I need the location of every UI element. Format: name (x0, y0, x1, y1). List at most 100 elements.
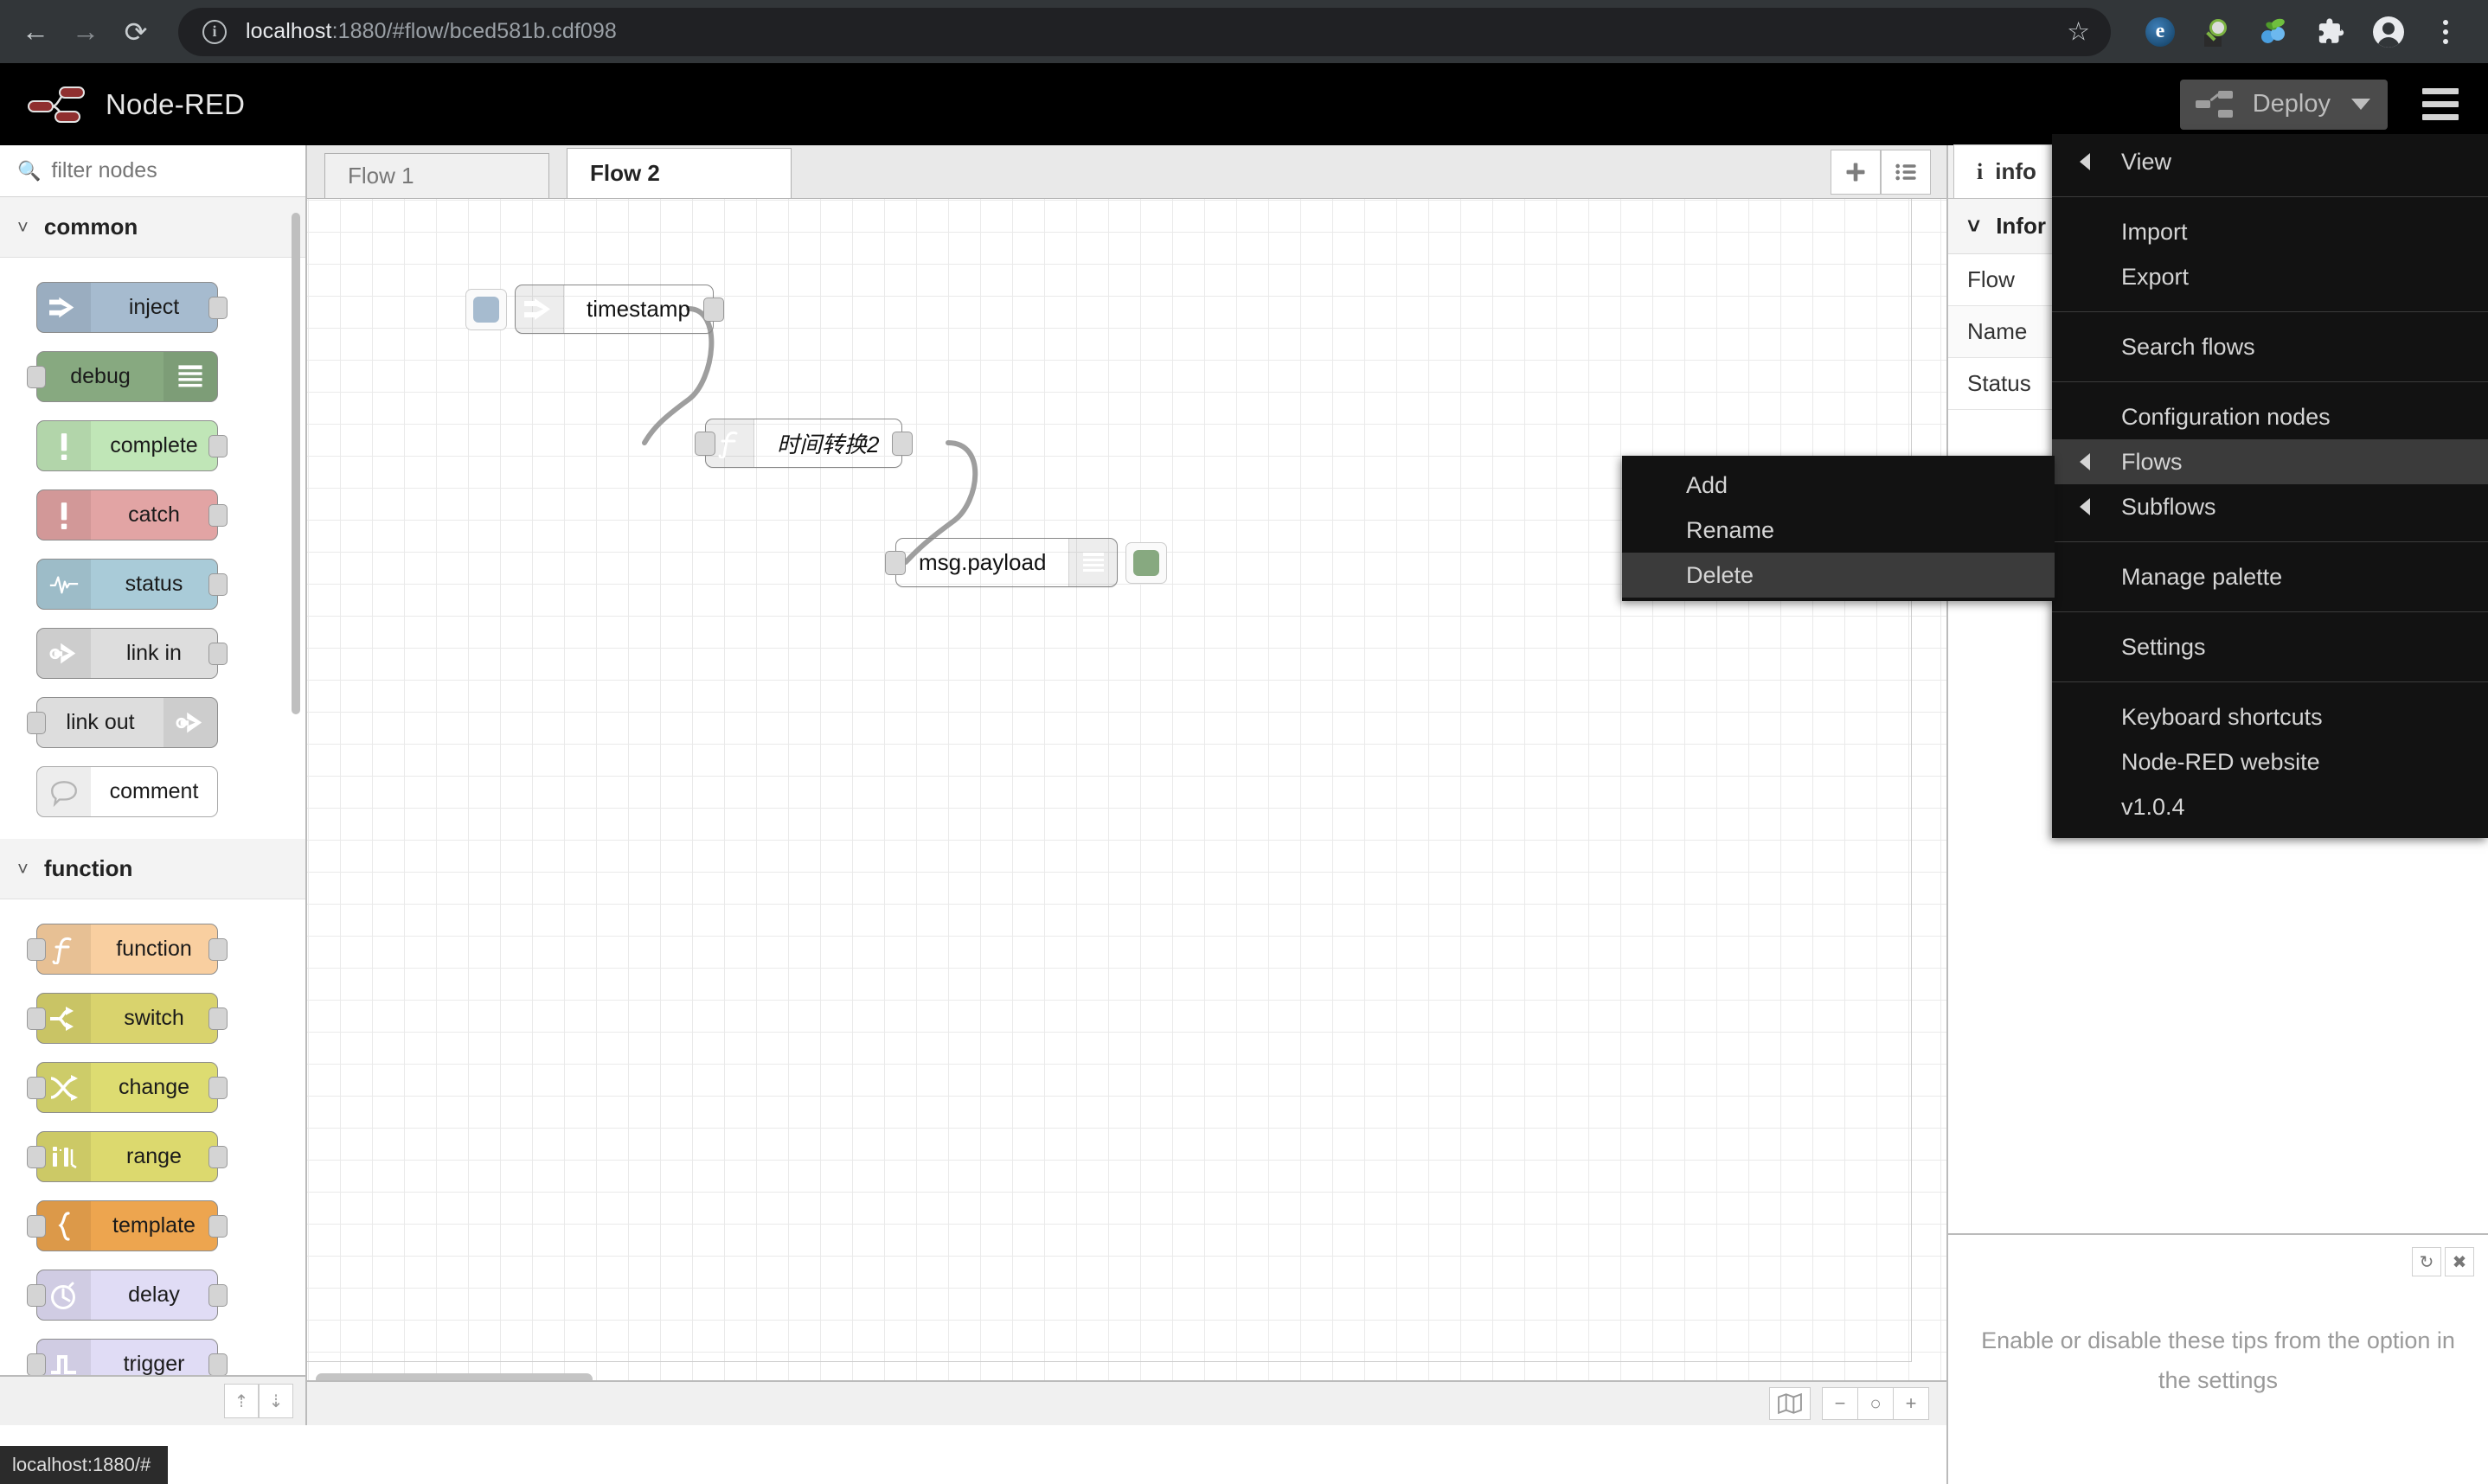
hamburger-menu-icon[interactable] (2415, 81, 2466, 127)
app-header: Node-RED Deploy (0, 63, 2488, 145)
palette-node-switch[interactable]: switch (27, 993, 228, 1044)
node-output-port[interactable] (208, 296, 228, 319)
palette-node-label: delay (128, 1283, 180, 1307)
back-arrow-icon[interactable]: ← (10, 7, 61, 57)
menu-item-search-flows[interactable]: Search flows (2052, 324, 2488, 369)
menu-item-node-red-website[interactable]: Node-RED website (2052, 739, 2488, 784)
palette-node-link-in[interactable]: link in (36, 628, 228, 679)
refresh-icon[interactable]: ↻ (2412, 1247, 2441, 1276)
node-input-port[interactable] (27, 1007, 46, 1030)
list-icon[interactable] (1881, 150, 1931, 195)
close-x-icon[interactable]: ✖ (2445, 1247, 2474, 1276)
node-output-port[interactable] (208, 1145, 228, 1168)
tips-actions: ↻ ✖ (2412, 1247, 2474, 1276)
node-output-port[interactable] (892, 431, 914, 456)
node-input-port[interactable] (27, 1353, 46, 1376)
inject-trigger-button[interactable] (465, 288, 507, 330)
node-output-port[interactable] (208, 572, 228, 596)
palette-node-template[interactable]: template (27, 1200, 228, 1251)
palette-category-common[interactable]: ˅ common (0, 197, 305, 258)
search-input[interactable] (51, 158, 277, 183)
node-input-port[interactable] (27, 711, 46, 734)
node-input-port[interactable] (27, 1283, 46, 1307)
node-input-port[interactable] (27, 1214, 46, 1238)
palette-node-function[interactable]: function (27, 924, 228, 975)
menu-item-configuration-nodes[interactable]: Configuration nodes (2052, 394, 2488, 439)
flow-node-timestamp[interactable]: timestamp (465, 285, 724, 334)
menu-item-subflows[interactable]: Subflows (2052, 484, 2488, 529)
menu-item-v1-0-4[interactable]: v1.0.4 (2052, 784, 2488, 829)
browser-toolbar: ← → ⟳ i localhost:1880/#flow/bced581b.cd… (0, 0, 2488, 63)
flow-canvas[interactable]: timestamp 时间转换2 msg.payload (307, 199, 1946, 1392)
palette-node-row: range (0, 1123, 305, 1192)
bluejeans-extension-icon[interactable] (2246, 5, 2303, 59)
node-input-port[interactable] (885, 550, 906, 575)
menu-item-flows[interactable]: Flows (2052, 439, 2488, 484)
forward-arrow-icon[interactable]: → (61, 7, 111, 57)
puzzle-extensions-icon[interactable] (2303, 5, 2360, 59)
bookmark-star-icon[interactable]: ☆ (2067, 16, 2090, 47)
expand-all-icon[interactable]: ⇣ (259, 1384, 293, 1418)
palette-node-catch[interactable]: catch (36, 489, 228, 541)
navigator-map-icon[interactable] (1769, 1387, 1811, 1420)
palette-node-complete[interactable]: complete (36, 420, 228, 471)
menu-item-view[interactable]: View (2052, 139, 2488, 184)
tab-flow-2[interactable]: Flow 2 (567, 148, 792, 198)
zoom-out-button[interactable]: − (1822, 1387, 1858, 1420)
tab-info[interactable]: i info (1953, 144, 2060, 198)
flow-tabbar: Flow 1 Flow 2 (307, 145, 1946, 199)
palette-category-function[interactable]: ˅ function (0, 839, 305, 899)
profile-avatar-icon[interactable] (2360, 5, 2417, 59)
deploy-button[interactable]: Deploy (2179, 79, 2388, 130)
zoom-reset-button[interactable]: ○ (1857, 1387, 1894, 1420)
node-input-port[interactable] (695, 431, 715, 456)
palette-node-range[interactable]: range (27, 1131, 228, 1182)
node-input-port[interactable] (27, 1076, 46, 1099)
node-output-port[interactable] (702, 297, 724, 322)
chrome-menu-kebab-icon[interactable] (2417, 5, 2474, 59)
node-output-port[interactable] (208, 1353, 228, 1376)
tab-flow-1[interactable]: Flow 1 (324, 153, 549, 198)
palette-scrollbar[interactable] (292, 213, 300, 714)
search-magnifier-extension-icon[interactable] (2189, 5, 2246, 59)
category-label: common (43, 214, 138, 240)
collapse-all-icon[interactable]: ⇡ (224, 1384, 259, 1418)
node-output-port[interactable] (208, 937, 228, 961)
zoom-in-button[interactable]: + (1893, 1387, 1929, 1420)
palette-node-change[interactable]: change (27, 1062, 228, 1113)
menu-item-keyboard-shortcuts[interactable]: Keyboard shortcuts (2052, 694, 2488, 739)
node-output-port[interactable] (208, 1007, 228, 1030)
palette-node-debug[interactable]: debug (27, 351, 218, 402)
menu-item-export[interactable]: Export (2052, 254, 2488, 299)
flows-submenu-item-add[interactable]: Add (1622, 463, 2055, 508)
node-input-port[interactable] (27, 1145, 46, 1168)
flow-node-debug[interactable]: msg.payload (885, 538, 1168, 587)
node-output-port[interactable] (208, 503, 228, 527)
palette-node-comment[interactable]: comment (36, 766, 218, 817)
palette-node-status[interactable]: status (36, 559, 228, 610)
node-output-port[interactable] (208, 642, 228, 665)
node-output-port[interactable] (208, 434, 228, 457)
palette-node-inject[interactable]: inject (36, 282, 228, 333)
site-info-icon[interactable]: i (202, 19, 227, 44)
node-output-port[interactable] (208, 1214, 228, 1238)
menu-item-settings[interactable]: Settings (2052, 624, 2488, 669)
menu-item-import[interactable]: Import (2052, 209, 2488, 254)
palette-node-delay[interactable]: delay (27, 1270, 228, 1321)
header-actions: Deploy (2179, 79, 2488, 130)
chevron-down-icon[interactable] (2351, 99, 2370, 110)
node-output-port[interactable] (208, 1076, 228, 1099)
node-input-port[interactable] (27, 365, 46, 388)
debug-toggle-button[interactable] (1125, 541, 1168, 584)
address-bar[interactable]: i localhost:1880/#flow/bced581b.cdf098 ☆ (178, 7, 2111, 56)
node-input-port[interactable] (27, 937, 46, 961)
flows-submenu-item-delete[interactable]: Delete (1622, 553, 2055, 598)
evernote-extension-icon[interactable]: e (2132, 5, 2189, 59)
plus-icon[interactable] (1831, 150, 1881, 195)
flow-node-function[interactable]: 时间转换2 (695, 419, 914, 468)
menu-item-manage-palette[interactable]: Manage palette (2052, 554, 2488, 599)
flows-submenu-item-rename[interactable]: Rename (1622, 508, 2055, 553)
reload-icon[interactable]: ⟳ (111, 7, 161, 57)
node-output-port[interactable] (208, 1283, 228, 1307)
palette-node-link-out[interactable]: link out (27, 697, 218, 748)
